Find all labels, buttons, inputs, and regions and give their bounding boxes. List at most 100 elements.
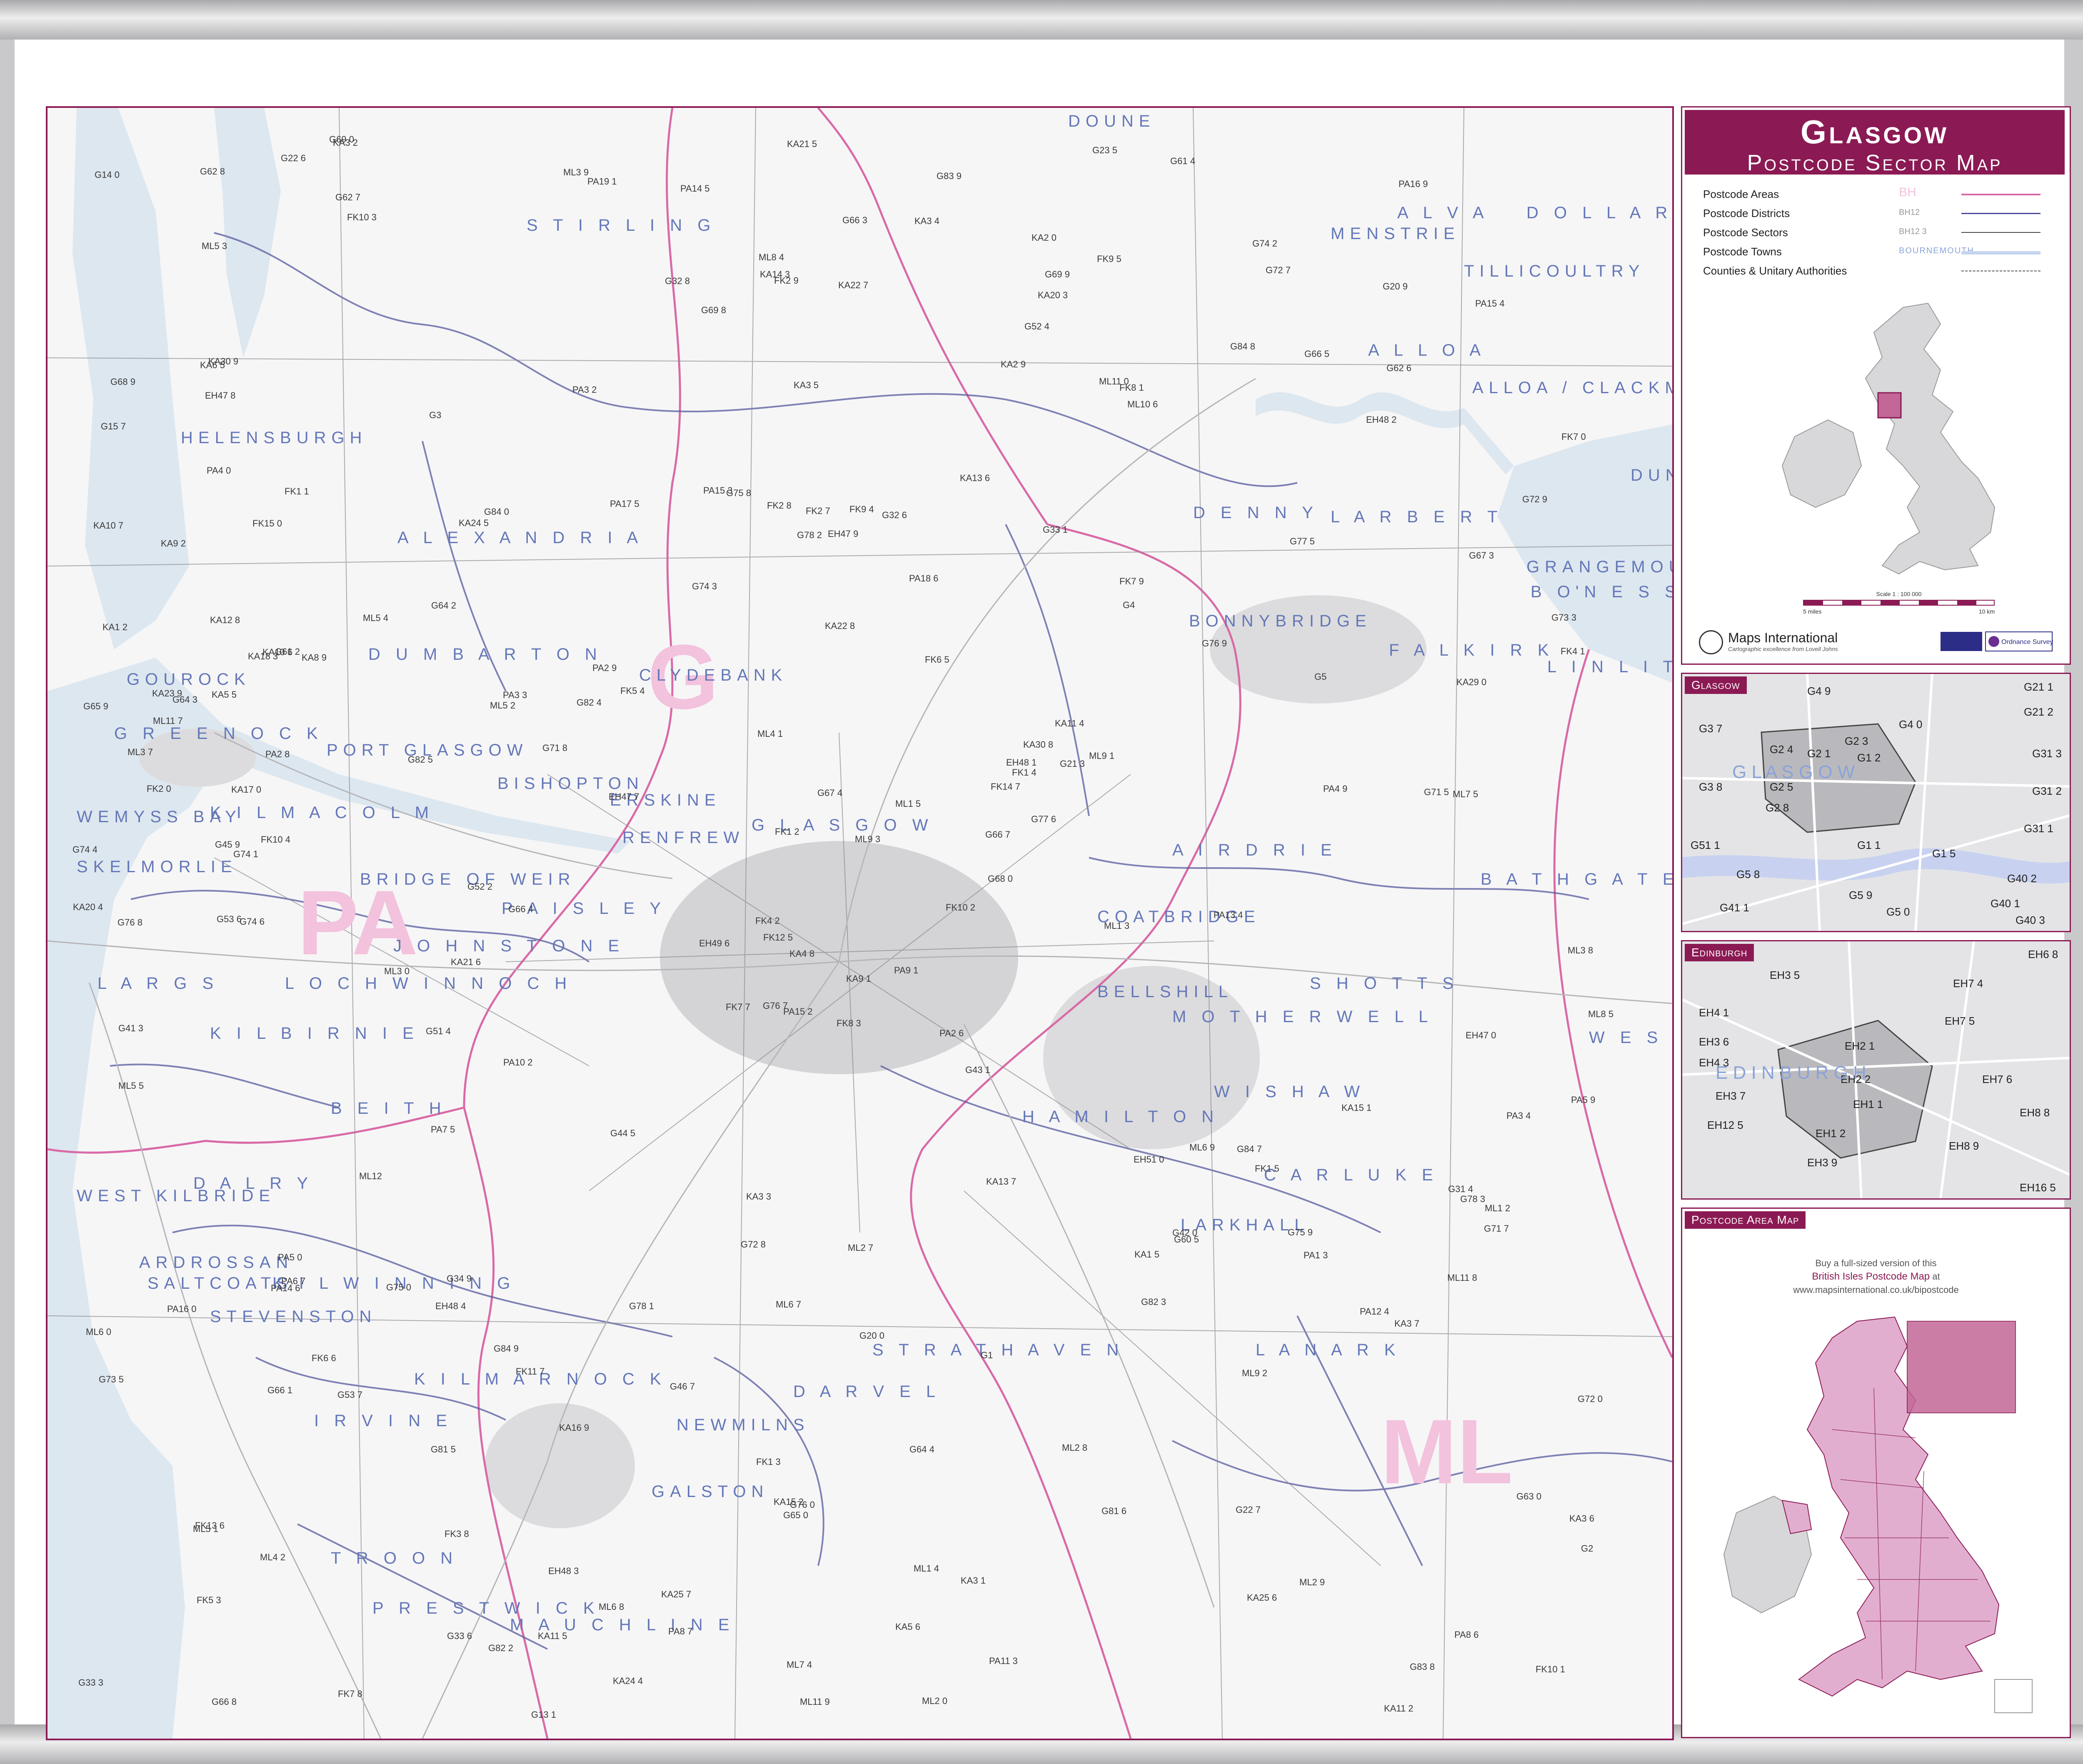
os-logo-text: Ordnance Survey — [2001, 639, 2053, 646]
legend: Postcode Areas BH Postcode Districts BH1… — [1703, 185, 2049, 280]
cta-line-1: Buy a full-sized version of this — [1815, 1258, 1937, 1268]
postcode-sector-label: ML3 7 — [127, 747, 153, 757]
inset-postcode-label: EH6 8 — [2028, 948, 2058, 961]
postcode-sector-label: G74 4 — [72, 844, 97, 855]
postcode-sector-label: ML1 2 — [1485, 1203, 1511, 1213]
postcode-sector-label: G66 5 — [1304, 349, 1329, 359]
postcode-sector-label: ML1 3 — [1104, 921, 1130, 931]
postcode-sector-label: KA22 8 — [825, 621, 855, 631]
legend-line-county — [1961, 270, 2041, 272]
town-label: H A M I L T O N — [1022, 1108, 1219, 1126]
legend-line-district — [1961, 213, 2041, 214]
postcode-sector-label: PA6 7 — [281, 1276, 306, 1286]
postcode-sector-label: KA16 9 — [559, 1422, 589, 1433]
postcode-sector-label: ML4 1 — [757, 729, 783, 739]
inset-postcode-label: G2 8 — [1766, 801, 1789, 814]
legend-line-town — [1961, 251, 2041, 254]
inset-postcode-label: G1 1 — [1857, 839, 1881, 851]
town-label: B O'N E S S — [1531, 583, 1674, 601]
inset-postcode-label: EH1 1 — [1853, 1098, 1883, 1110]
postcode-sector-label: G66 4 — [508, 904, 533, 914]
town-label: D U M B A R T O N — [368, 645, 602, 664]
london-inset-box — [1907, 1321, 2016, 1413]
maps-international-logo-icon — [1699, 630, 1723, 654]
postcode-sector-label: G46 7 — [670, 1381, 695, 1392]
postcode-sector-label: FK10 1 — [1536, 1664, 1565, 1674]
inset-postcode-label: G3 7 — [1699, 722, 1722, 735]
town-label: MENSTRIE — [1331, 225, 1460, 243]
legend-row-sectors: Postcode Sectors BH12 3 — [1703, 223, 2049, 242]
postcode-sector-label: G73 3 — [1551, 612, 1576, 623]
postcode-sector-label: G74 3 — [692, 581, 717, 591]
postcode-sector-label: G68 9 — [110, 377, 135, 387]
inset-postcode-label: G5 9 — [1849, 889, 1872, 901]
postcode-sector-label: KA22 7 — [838, 280, 869, 290]
postcode-sector-label: KA5 5 — [212, 689, 237, 700]
postcode-sector-label: KA3 7 — [1394, 1318, 1419, 1329]
town-label: L O C H W I N N O C H — [285, 974, 572, 993]
main-map[interactable]: G PA ML DOUNE S T I R L I N GA L V AD O L L … — [46, 106, 1674, 1740]
town-label: M O T H E R W E L L — [1172, 1008, 1434, 1026]
town-label: TILLICOULTRY — [1464, 262, 1645, 280]
postcode-sector-label: KA9 1 — [846, 973, 871, 984]
postcode-sector-label: G76 0 — [790, 1500, 815, 1510]
postcode-sector-label: G77 6 — [1031, 814, 1056, 824]
postcode-sector-label: KA4 8 — [789, 948, 814, 959]
postcode-sector-label: G67 4 — [817, 788, 842, 798]
inset-postcode-label: G1 2 — [1857, 751, 1881, 764]
legend-line-sector — [1961, 232, 2041, 233]
postcode-sector-label: EH48 2 — [1366, 414, 1397, 425]
postcode-sector-label: KA21 5 — [787, 139, 817, 149]
title-band: Glasgow Postcode Sector Map — [1685, 110, 2065, 175]
postcode-sector-label: ML5 5 — [118, 1080, 144, 1091]
postcode-sector-label: ML9 3 — [855, 834, 881, 844]
postcode-sector-label: KA9 2 — [161, 538, 186, 549]
postcode-sector-label: PA19 1 — [587, 176, 617, 187]
glasgow-inset-title: Glasgow — [1685, 676, 1747, 694]
town-label: BONNYBRIDGE — [1189, 612, 1372, 630]
edinburgh-inset-title: Edinburgh — [1685, 944, 1754, 961]
postcode-sector-label: G82 3 — [1141, 1297, 1166, 1307]
postcode-sector-label: ML1 4 — [914, 1563, 939, 1574]
postcode-area-inset[interactable]: Postcode Area Map Buy a full-sized versi… — [1681, 1208, 2071, 1738]
postcode-sector-label: PA5 9 — [1571, 1095, 1596, 1105]
postcode-sector-label: ML5 2 — [490, 700, 516, 711]
postcode-sector-label: KA11 4 — [1055, 718, 1084, 729]
glasgow-inset-map[interactable]: G3 7 G2 4 G2 3 G1 2 G2 1 G4 0 G21 1 G21 2 G31 3 G… — [1681, 673, 2071, 932]
town-label: WEST KILBRIDE — [77, 1187, 276, 1205]
postcode-sector-label: G67 3 — [1469, 550, 1494, 561]
postcode-sector-label: PA14 5 — [680, 183, 710, 194]
map-extent-marker — [1877, 392, 1902, 419]
cta-link[interactable]: British Isles Postcode Map — [1812, 1271, 1930, 1282]
town-label: S T R A T H A V E N — [872, 1341, 1124, 1359]
postcode-sector-label: G33 6 — [447, 1631, 472, 1641]
postcode-sector-label: PA1 3 — [1304, 1250, 1328, 1260]
postcode-sector-label: G75 9 — [1288, 1227, 1313, 1238]
publisher-block: Maps International Cartographic excellen… — [1699, 630, 1838, 654]
town-label: L A N A R K — [1256, 1341, 1401, 1359]
town-label: B A T H G A T E — [1481, 870, 1674, 888]
postcode-sector-label: G5 — [1314, 671, 1327, 682]
cta-url[interactable]: www.mapsinternational.co.uk/bipostcode — [1682, 1283, 2070, 1297]
postcode-sector-label: KA20 4 — [73, 902, 103, 912]
edinburgh-inset-map[interactable]: EH3 5 EH7 4 EH6 8 EH4 1 EH7 5 EH3 6 EH2 1 EH4 3… — [1681, 940, 2071, 1200]
map-sheet: G PA ML DOUNE S T I R L I N GA L V AD O L L … — [15, 40, 2071, 1740]
postcode-sector-label: FK4 2 — [755, 916, 780, 926]
postcode-sector-label: G3 — [429, 410, 442, 420]
inset-postcode-label: EH12 5 — [1707, 1119, 1743, 1131]
publisher-name: Maps International — [1728, 630, 1838, 645]
legend-sample: BH12 — [1899, 208, 1920, 217]
inset-postcode-label: EH1 2 — [1816, 1127, 1846, 1140]
town-label: NEWMILNS — [677, 1416, 810, 1434]
inset-postcode-label: G2 4 — [1770, 743, 1793, 756]
postcode-sector-label: G71 8 — [542, 743, 567, 753]
postcode-sector-label: FK14 7 — [991, 781, 1020, 792]
postcode-sector-label: FK7 8 — [338, 1689, 362, 1699]
town-label: BISHOPTON — [497, 774, 644, 793]
postcode-sector-label: KA8 9 — [302, 652, 327, 663]
town-label: ARDROSSAN — [139, 1253, 294, 1272]
inset-postcode-label: EH8 9 — [1949, 1140, 1979, 1152]
postcode-sector-label: G66 7 — [985, 829, 1010, 840]
postcode-sector-label: G82 4 — [577, 697, 602, 708]
postcode-sector-label: ML7 4 — [787, 1659, 812, 1670]
